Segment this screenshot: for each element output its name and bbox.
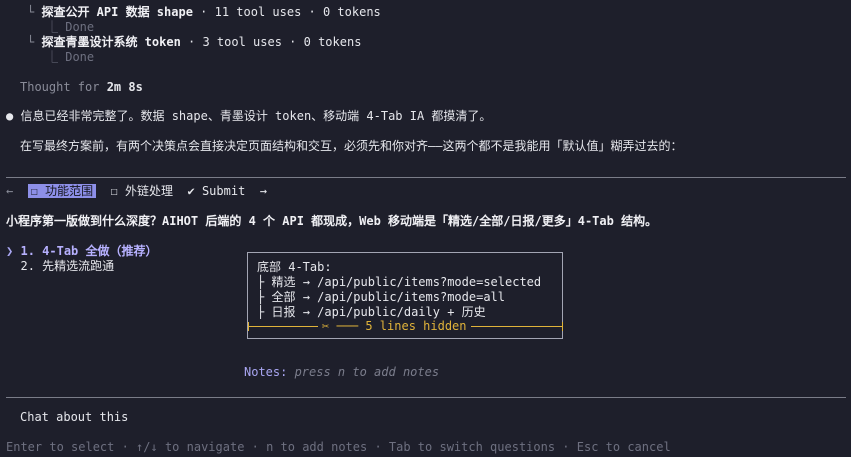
task-title: 探查青墨设计系统 token: [41, 35, 181, 49]
separator-tick: [248, 322, 249, 331]
tab-scope[interactable]: ☐ 功能范围: [27, 184, 97, 198]
task-item: └ 探查公开 API 数据 shape · 11 tool uses · 0 t…: [27, 5, 381, 20]
tab-external-links[interactable]: ☐ 外链处理: [111, 184, 173, 198]
notes-placeholder: press n to add notes: [287, 365, 440, 379]
option-preview: 底部 4-Tab: ├ 精选 → /api/public/items?mode=…: [247, 252, 563, 339]
tab-submit[interactable]: ✔ Submit: [188, 184, 246, 198]
notes-label: Notes:: [244, 365, 288, 379]
task-meta: · 11 tool uses · 0 tokens: [192, 5, 381, 19]
preview-row: ├ 精选 → /api/public/items?mode=selected: [257, 275, 542, 289]
tab-forward-arrow[interactable]: →: [260, 184, 267, 198]
separator-tick: [562, 322, 563, 331]
divider: [6, 177, 846, 178]
divider: [6, 397, 846, 398]
tree-connector: └: [27, 5, 42, 19]
chat-about-this-option[interactable]: Chat about this: [20, 410, 128, 425]
tree-connector: └: [27, 35, 42, 49]
question-tabs: ← ☐ 功能范围 ☐ 外链处理 ✔ Submit →: [6, 184, 267, 199]
task-meta: · 3 tool uses · 0 tokens: [180, 35, 362, 49]
question-text: 小程序第一版做到什么深度？AIHOT 后端的 4 个 API 都现成，Web 移…: [6, 214, 658, 228]
option-label: 2. 先精选流跑通: [20, 259, 115, 273]
preview-row: ├ 日报 → /api/public/daily + 历史: [257, 305, 486, 319]
hidden-lines-label[interactable]: ✂ ─── 5 lines hidden: [318, 319, 471, 334]
tree-connector: ⎿: [46, 50, 66, 64]
thought-duration: Thought for 2m 8s: [20, 80, 143, 94]
message-line: 在写最终方案前，有两个决策点会直接决定页面结构和交互，必须先和你对齐——这两个都…: [20, 139, 683, 153]
keyboard-hints: Enter to select · ↑/↓ to navigate · n to…: [6, 440, 671, 454]
task-item: └ 探查青墨设计系统 token · 3 tool uses · 0 token…: [27, 35, 361, 50]
tree-connector: ⎿: [46, 20, 66, 34]
task-status: ⎿ Done: [46, 50, 95, 64]
task-title: 探查公开 API 数据 shape: [41, 5, 193, 19]
preview-row: ├ 全部 → /api/public/items?mode=all: [257, 290, 505, 304]
assistant-message: ● 信息已经非常完整了。数据 shape、青墨设计 token、移动端 4-Ta…: [6, 109, 491, 124]
message-line: 信息已经非常完整了。数据 shape、青墨设计 token、移动端 4-Tab …: [20, 109, 492, 123]
option-item[interactable]: 2. 先精选流跑通: [6, 259, 114, 274]
task-status: ⎿ Done: [46, 20, 95, 34]
preview-header: 底部 4-Tab:: [257, 260, 332, 274]
option-item[interactable]: ❯ 1. 4-Tab 全做（推荐）: [6, 244, 158, 259]
option-label: 1. 4-Tab 全做（推荐）: [20, 244, 158, 258]
notes-field[interactable]: Notes: press n to add notes: [244, 365, 439, 380]
